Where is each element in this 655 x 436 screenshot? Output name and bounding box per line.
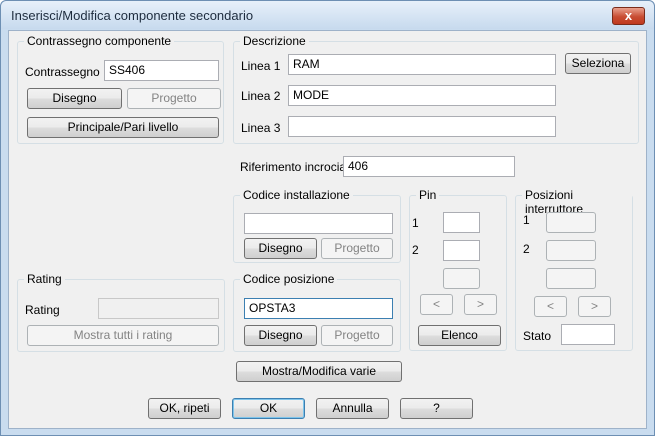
group-title-installazione: Codice installazione (240, 188, 353, 202)
mostra-tutti-rating-button[interactable]: Mostra tutti i rating (27, 325, 219, 346)
contrassegno-progetto-button[interactable]: Progetto (127, 88, 221, 109)
stato-label: Stato (523, 329, 552, 343)
pin-1-label: 1 (412, 216, 419, 230)
linea1-label: Linea 1 (241, 59, 281, 73)
pin-2-input[interactable] (443, 240, 480, 261)
ok-ripeti-button[interactable]: OK, ripeti (148, 398, 221, 419)
stato-input[interactable] (561, 324, 615, 345)
group-title-descrizione: Descrizione (240, 34, 309, 48)
pin-2-label: 2 (412, 243, 419, 257)
linea3-input[interactable] (288, 116, 556, 137)
principale-pari-livello-button[interactable]: Principale/Pari livello (27, 117, 219, 138)
group-title-rating: Rating (24, 272, 65, 286)
riferimento-label: Riferimento incrociato (240, 160, 357, 174)
dialog-client-area: Contrassegno componente Contrassegno SS4… (8, 30, 647, 429)
contrassegno-disegno-button[interactable]: Disegno (27, 88, 122, 109)
contrassegno-input[interactable]: SS406 (104, 60, 219, 81)
contrassegno-label: Contrassegno (25, 65, 100, 79)
pin-prev-button[interactable]: < (420, 294, 453, 315)
interruttore-1-label: 1 (523, 213, 530, 227)
group-title-pin: Pin (416, 188, 440, 202)
pin-1-input[interactable] (443, 212, 480, 233)
linea3-label: Linea 3 (241, 121, 281, 135)
riferimento-input[interactable]: 406 (343, 156, 515, 177)
help-button[interactable]: ? (400, 398, 473, 419)
group-title-contrassegno: Contrassegno componente (24, 34, 175, 48)
pin-elenco-button[interactable]: Elenco (418, 325, 501, 346)
installazione-disegno-button[interactable]: Disegno (244, 238, 317, 259)
mostra-modifica-varie-button[interactable]: Mostra/Modifica varie (236, 361, 402, 382)
pin-extra-button[interactable] (443, 268, 480, 289)
linea1-input[interactable]: RAM (288, 54, 556, 75)
linea2-label: Linea 2 (241, 89, 281, 103)
interruttore-3-button[interactable] (546, 268, 596, 289)
group-title-posizione: Codice posizione (240, 272, 338, 286)
posizione-disegno-button[interactable]: Disegno (244, 325, 317, 346)
window-title: Inserisci/Modifica componente secondario (11, 8, 254, 23)
interruttore-next-button[interactable]: > (578, 296, 611, 317)
posizione-input[interactable]: OPSTA3 (244, 298, 393, 319)
interruttore-prev-button[interactable]: < (534, 296, 567, 317)
seleziona-button[interactable]: Seleziona (565, 53, 631, 74)
linea2-input[interactable]: MODE (288, 85, 556, 106)
interruttore-2-button[interactable] (546, 240, 596, 261)
rating-input[interactable] (98, 298, 219, 319)
dialog-window: Inserisci/Modifica componente secondario… (0, 0, 655, 436)
interruttore-2-label: 2 (523, 242, 530, 256)
annulla-button[interactable]: Annulla (316, 398, 389, 419)
posizione-progetto-button[interactable]: Progetto (321, 325, 393, 346)
installazione-progetto-button[interactable]: Progetto (321, 238, 393, 259)
installazione-input[interactable] (244, 213, 393, 234)
ok-button[interactable]: OK (232, 398, 305, 419)
title-bar: Inserisci/Modifica componente secondario… (1, 1, 654, 29)
pin-next-button[interactable]: > (464, 294, 497, 315)
interruttore-1-button[interactable] (546, 212, 596, 233)
close-icon: x (624, 8, 633, 23)
close-button[interactable]: x (612, 7, 645, 25)
rating-label: Rating (25, 303, 60, 317)
